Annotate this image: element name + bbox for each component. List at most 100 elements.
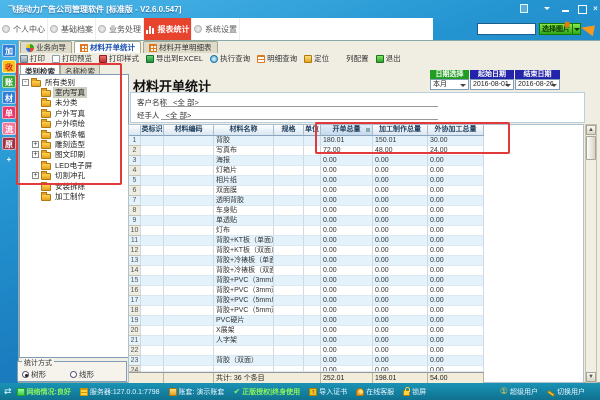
image-search-input[interactable] xyxy=(477,23,536,35)
vertical-scrollbar[interactable]: ▲ ▼ xyxy=(585,124,597,383)
table-row[interactable]: 17背胶+PVC（5mm单0.000.000.00 xyxy=(129,296,484,306)
toolbar-button-打印样式[interactable]: 打印样式 xyxy=(99,53,139,64)
column-header-类标识[interactable]: 类标识 xyxy=(141,125,164,136)
column-header-材料编码[interactable]: 材料编码 xyxy=(164,125,214,136)
minimize-button[interactable] xyxy=(560,4,571,13)
status-item-网络情况:良好[interactable]: 网络情况:良好 xyxy=(17,387,71,397)
toolbar-button-执行查询[interactable]: 执行查询 xyxy=(210,53,250,64)
status-item-切换用户[interactable]: 切换用户 xyxy=(547,387,585,397)
tree-item-切割冲孔[interactable]: +切割冲孔 xyxy=(20,171,128,181)
quick-button-加[interactable]: 加 xyxy=(2,44,16,57)
scroll-up-arrow-icon[interactable]: ▲ xyxy=(586,125,596,135)
horn-icon[interactable] xyxy=(580,23,595,36)
nav-tab-系统设置[interactable]: 系统设置 xyxy=(192,18,240,40)
date-value-dropdown[interactable]: 2016-08-01 xyxy=(470,79,514,90)
table-row[interactable]: 220.000.000.00 xyxy=(129,346,484,356)
quick-button-账[interactable]: 账 xyxy=(2,75,16,88)
table-row[interactable]: 9单透贴0.000.000.00 xyxy=(129,216,484,226)
table-row[interactable]: 15背胶+PVC（3mm单0.000.000.00 xyxy=(129,276,484,286)
column-header-外协加工总量[interactable]: 外协加工总量 xyxy=(428,125,484,136)
tree-item-旗帜条幅[interactable]: 旗帜条幅 xyxy=(20,129,128,139)
table-row[interactable]: 16背胶+PVC（3mm双0.000.000.00 xyxy=(129,286,484,296)
table-row[interactable]: 14背胶+冷裱板（双面）0.000.000.00 xyxy=(129,266,484,276)
nav-tab-报表统计[interactable]: 报表统计 xyxy=(144,18,192,40)
scroll-thumb[interactable] xyxy=(586,136,596,160)
nav-tab-个人中心[interactable]: 个人中心 xyxy=(0,18,48,40)
expand-icon[interactable]: + xyxy=(32,151,39,158)
expand-icon[interactable]: + xyxy=(32,172,39,179)
row-number-header[interactable] xyxy=(129,125,141,136)
tree-item-加工制作[interactable]: 加工制作 xyxy=(20,191,128,201)
tree-item-室内写真[interactable]: 室内写真 xyxy=(20,87,128,97)
expand-icon[interactable]: + xyxy=(32,141,39,148)
toolbar-button-定位[interactable]: 定位 xyxy=(304,53,329,64)
column-header-开单总量[interactable]: 开单总量 xyxy=(321,125,373,136)
toolbar-button-明细查询[interactable]: 明细查询 xyxy=(257,53,297,64)
scroll-down-arrow-icon[interactable]: ▼ xyxy=(586,372,596,382)
collapse-icon[interactable]: - xyxy=(22,79,29,86)
quick-button-材[interactable]: 材 xyxy=(2,91,16,104)
table-row[interactable]: 18背胶+PVC（5mm双0.000.000.00 xyxy=(129,306,484,316)
stats-mode-option-树形[interactable]: 树形 xyxy=(22,369,46,380)
date-value-dropdown[interactable]: 本月 xyxy=(430,79,469,90)
table-row[interactable]: 240.000.000.00 xyxy=(129,366,484,372)
doc-tab-业务向导[interactable]: 业务向导 xyxy=(20,41,72,53)
page-icon[interactable] xyxy=(520,4,528,13)
status-item-正版授权|终身使用[interactable]: ✔正版授权|终身使用 xyxy=(233,387,300,397)
quick-button-原[interactable]: 原 xyxy=(2,137,16,150)
nav-tab-基础档案[interactable]: 基础档案 xyxy=(48,18,96,40)
status-item-导入证书[interactable]: ↑导入证书 xyxy=(309,387,347,397)
column-header-单位[interactable]: 单位 xyxy=(304,125,321,136)
quick-button-流[interactable]: 流 xyxy=(2,122,16,135)
tree-item-户外写真[interactable]: 户外写真 xyxy=(20,108,128,118)
table-row[interactable]: 23背胶（双面）0.000.000.00 xyxy=(129,356,484,366)
table-row[interactable]: 13背胶+冷裱板（单面）0.000.000.00 xyxy=(129,256,484,266)
table-row[interactable]: 4灯箱片0.000.000.00 xyxy=(129,166,484,176)
stats-mode-option-线形[interactable]: 线形 xyxy=(70,369,94,380)
toolbar-button-打印预览[interactable]: 打印预览 xyxy=(52,53,92,64)
table-row[interactable]: 12背胶+KT板（双面）0.000.000.00 xyxy=(129,246,484,256)
toolbar-button-退出[interactable]: 退出 xyxy=(376,53,401,64)
status-item-在线客服[interactable]: 在线客服 xyxy=(356,387,394,397)
doc-tab-材料开单统计[interactable]: 材料开单统计 xyxy=(74,41,141,53)
table-row[interactable]: 5相片纸0.000.000.00 xyxy=(129,176,484,186)
quick-button-收[interactable]: 收 xyxy=(2,60,16,73)
column-header-规格[interactable]: 规格 xyxy=(274,125,304,136)
quick-button-单[interactable]: 单 xyxy=(2,106,16,119)
tree-item-雕刻造型[interactable]: +雕刻造型 xyxy=(20,139,128,149)
tree-item-LED电子屏[interactable]: LED电子屏 xyxy=(20,160,128,170)
table-row[interactable]: 1背胶180.01150.0130.00 xyxy=(129,136,484,146)
status-item-超级用户[interactable]: ①超级用户 xyxy=(500,386,538,397)
nav-tab-业务处理[interactable]: 业务处理 xyxy=(96,18,144,40)
toolbar-button-导出到EXCEL[interactable]: 导出到EXCEL xyxy=(146,53,203,64)
radio-checked-icon[interactable] xyxy=(22,371,29,378)
column-header-材料名称[interactable]: 材料名称 xyxy=(214,125,274,136)
table-row[interactable]: 21人字架0.000.000.00 xyxy=(129,336,484,346)
tree-root[interactable]: -所有类别 xyxy=(20,77,128,87)
date-value-dropdown[interactable]: 2016-08-26 xyxy=(515,79,560,90)
skin-chevron-icon[interactable] xyxy=(542,4,553,13)
tree-item-图文印刷[interactable]: +图文印刷 xyxy=(20,150,128,160)
table-row[interactable]: 3海报0.000.000.00 xyxy=(129,156,484,166)
table-row[interactable]: 6双面膜0.000.000.00 xyxy=(129,186,484,196)
title-bar[interactable]: 飞扬动力广告公司管理软件 [标准版 - V2.6.0.547] × xyxy=(0,0,600,18)
sync-arrows-icon[interactable]: ⇄ xyxy=(4,386,12,397)
toolbar-button-列配置[interactable]: 列配置 xyxy=(336,53,369,64)
table-row[interactable]: 2写真布72.0048.0024.00 xyxy=(129,146,484,156)
table-row[interactable]: 10灯布0.000.000.00 xyxy=(129,226,484,236)
doc-tab-材料开单明细表[interactable]: 材料开单明细表 xyxy=(143,41,218,53)
status-item-服务器:127.0.0.1:7798[interactable]: 服务器:127.0.0.1:7798 xyxy=(80,387,160,397)
table-row[interactable]: 11背胶+KT板（单面）0.000.000.00 xyxy=(129,236,484,246)
table-row[interactable]: 7透明背胶0.000.000.00 xyxy=(129,196,484,206)
status-item-锁屏[interactable]: 锁屏 xyxy=(403,387,426,397)
tree-item-户外喷绘[interactable]: 户外喷绘 xyxy=(20,119,128,129)
table-row[interactable]: 8车身贴0.000.000.00 xyxy=(129,206,484,216)
toolbar-button-打印[interactable]: 打印 xyxy=(20,53,45,64)
tree-item-安装拆除[interactable]: 安装拆除 xyxy=(20,181,128,191)
table-row[interactable]: 20X展架0.000.000.00 xyxy=(129,326,484,336)
maximize-button[interactable] xyxy=(576,4,587,13)
quick-button-+[interactable]: + xyxy=(2,153,16,166)
table-row[interactable]: 19PVC硬片0.000.000.00 xyxy=(129,316,484,326)
status-item-账套: 演示账套[interactable]: 账套: 演示账套 xyxy=(169,387,225,397)
radio-icon[interactable] xyxy=(70,371,77,378)
